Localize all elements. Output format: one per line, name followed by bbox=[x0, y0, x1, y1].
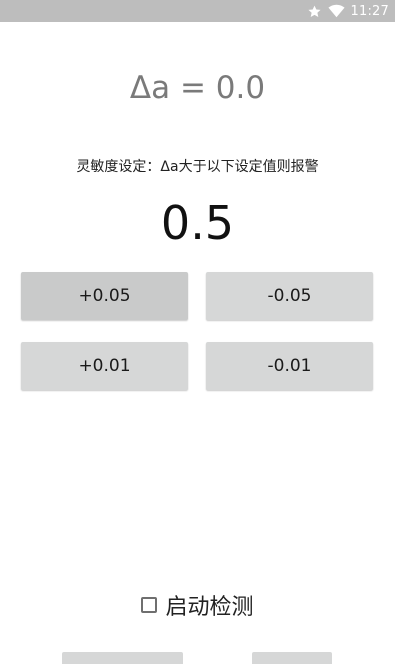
minus-0-05-button[interactable]: -0.05 bbox=[206, 272, 373, 320]
start-detection-toggle[interactable]: 启动检测 bbox=[0, 588, 395, 622]
sensitivity-label: 灵敏度设定：Δa大于以下设定值则报警 bbox=[76, 159, 319, 175]
bottom-right-button[interactable] bbox=[252, 652, 332, 664]
wifi-icon bbox=[327, 4, 345, 18]
star-icon bbox=[307, 4, 322, 19]
minus-0-01-button[interactable]: -0.01 bbox=[206, 342, 373, 390]
status-bar: 11:27 bbox=[0, 0, 395, 22]
plus-0-01-button[interactable]: +0.01 bbox=[21, 342, 188, 390]
plus-0-05-button[interactable]: +0.05 bbox=[21, 272, 188, 320]
start-detection-checkbox[interactable] bbox=[141, 597, 158, 613]
status-time: 11:27 bbox=[350, 3, 389, 19]
bottom-left-button[interactable] bbox=[62, 652, 183, 664]
threshold-value: 0.5 bbox=[160, 196, 235, 250]
delta-readout: Δa = 0.0 bbox=[129, 70, 266, 106]
status-icons: 11:27 bbox=[307, 0, 389, 22]
start-detection-label: 启动检测 bbox=[165, 595, 254, 620]
